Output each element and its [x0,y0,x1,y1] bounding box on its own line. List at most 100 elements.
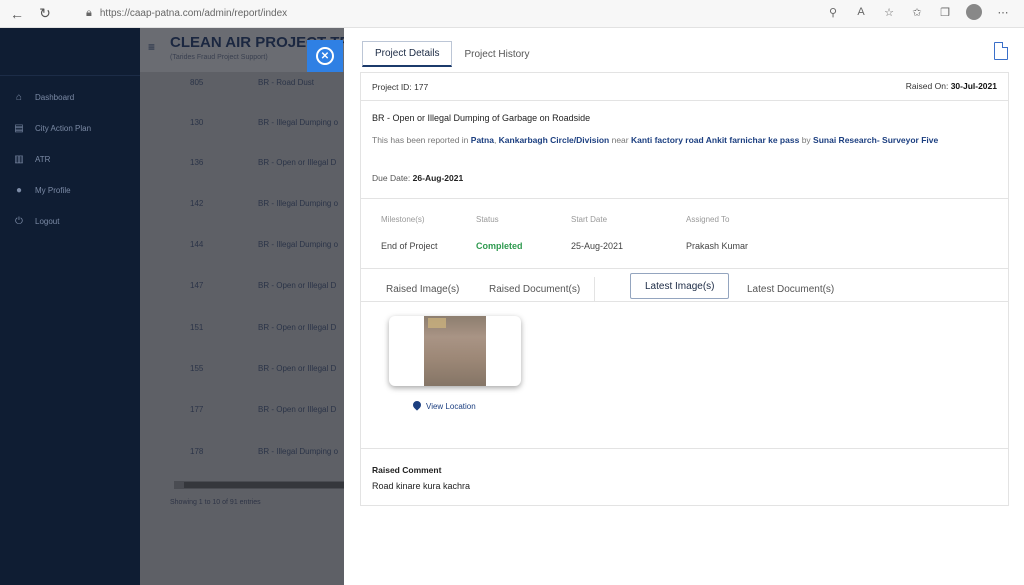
sidebar-item-logout[interactable]: ⏻ Logout [0,206,140,237]
row-category: BR - Open or Illegal D [258,364,337,373]
more-menu-icon[interactable]: ⋯ [996,5,1010,19]
table-row[interactable]: 151 BR - Open or Illegal D [140,309,344,349]
table-row[interactable]: 155 BR - Open or Illegal D [140,350,344,390]
assigned-to-value: Prakash Kumar [686,241,749,251]
tab-latest-images[interactable]: Latest Image(s) [630,273,730,299]
key-icon[interactable]: ⚲ [826,5,840,19]
row-id: 155 [190,364,204,373]
location-link[interactable]: Kanti factory road Ankit farnichar ke pa… [631,135,799,145]
comment-text: Road kinare kura kachra [372,481,471,491]
status-header: Status [476,215,499,224]
back-arrow-icon[interactable]: ← [6,3,28,25]
table-row[interactable]: 136 BR - Open or Illegal D [140,144,344,184]
profile-avatar[interactable] [966,4,982,20]
main-content-overlay: ≡ CLEAN AIR PROJECT TR (Tarides Fraud Pr… [140,28,344,585]
sidebar-item-atr[interactable]: ▥ ATR [0,144,140,175]
row-category: BR - Illegal Dumping o [258,240,339,249]
city-link[interactable]: Patna [471,135,494,145]
row-id: 142 [190,199,204,208]
tab-raised-documents[interactable]: Raised Document(s) [475,277,596,301]
page-subtitle: (Tarides Fraud Project Support) [170,54,268,61]
refresh-icon[interactable]: ↻ [34,3,56,25]
tab-raised-images[interactable]: Raised Image(s) [372,277,473,301]
milestone-header: Milestone(s) [381,215,425,224]
project-card: Project ID: 177 Raised On: 30-Jul-2021 B… [360,72,1009,506]
project-id: Project ID: 177 [372,82,429,92]
bar-chart-icon: ▥ [14,154,24,165]
row-category: BR - Open or Illegal D [258,158,337,167]
tab-project-details[interactable]: Project Details [362,41,453,67]
row-id: 136 [190,158,204,167]
sidebar-item-label: ATR [35,155,51,164]
pdf-download-icon[interactable] [994,42,1008,60]
home-icon: ⌂ [15,92,23,103]
table-row[interactable]: 177 BR - Open or Illegal D [140,391,344,431]
report-description: This has been reported in Patna, Kankarb… [372,135,939,145]
read-aloud-icon[interactable]: A [854,5,868,19]
garbage-photo [424,316,486,386]
status-badge: Completed [476,241,523,251]
project-header-row: Project ID: 177 Raised On: 30-Jul-2021 [361,73,1008,101]
sidebar-item-dashboard[interactable]: ⌂ Dashboard [0,82,140,113]
start-date-value: 25-Aug-2021 [571,241,624,251]
scrollbar-thumb[interactable] [184,482,344,488]
user-icon: ● [15,185,23,196]
reporter-link[interactable]: Sunai Research- Surveyor Five [813,135,938,145]
milestone-value: End of Project [381,241,438,251]
sidebar-item-my-profile[interactable]: ● My Profile [0,175,140,206]
address-bar[interactable]: https://caap-patna.com/admin/report/inde… [100,8,287,19]
favorites-icon[interactable]: ✩ [910,5,924,19]
row-id: 178 [190,447,204,456]
row-id: 130 [190,118,204,127]
close-icon: ✕ [316,47,334,65]
latest-image-thumbnail[interactable] [389,316,521,386]
view-location-link[interactable]: View Location [413,401,476,412]
table-row[interactable]: 130 BR - Illegal Dumping o [140,104,344,144]
comment-label: Raised Comment [372,465,442,475]
row-id: 144 [190,240,204,249]
milestone-section: Milestone(s) Status Start Date Assigned … [361,198,1008,268]
close-panel-button[interactable]: ✕ [307,40,343,72]
table-row[interactable]: 147 BR - Open or Illegal D [140,267,344,307]
collections-icon[interactable]: ❐ [938,5,952,19]
sidebar-item-label: My Profile [35,186,71,195]
row-category: BR - Open or Illegal D [258,281,337,290]
hamburger-icon[interactable]: ≡ [148,40,155,54]
table-row[interactable]: 178 BR - Illegal Dumping o [140,433,344,473]
assigned-to-header: Assigned To [686,215,730,224]
raised-on: Raised On: 30-Jul-2021 [905,81,997,91]
row-category: BR - Illegal Dumping o [258,447,339,456]
row-category: BR - Road Dust [258,78,315,87]
document-icon: ▤ [14,123,24,134]
row-id: 805 [190,78,204,87]
row-id: 177 [190,405,204,414]
table-row[interactable]: 144 BR - Illegal Dumping o [140,226,344,266]
tab-latest-documents[interactable]: Latest Document(s) [733,277,848,301]
sidebar-item-label: Dashboard [35,93,75,102]
sidebar-item-label: Logout [35,217,60,226]
project-detail-panel: Project Details Project History Project … [344,28,1024,585]
row-id: 151 [190,323,204,332]
sidebar-item-label: City Action Plan [35,124,92,133]
panel-tabs: Project Details Project History [362,41,541,67]
browser-toolbar: ← ↻ 🔒︎ https://caap-patna.com/admin/repo… [0,0,1024,28]
sidebar: ⌂ Dashboard ▤ City Action Plan ▥ ATR ● M… [0,28,140,585]
row-category: BR - Open or Illegal D [258,323,337,332]
project-title: BR - Open or Illegal Dumping of Garbage … [372,113,591,123]
sidebar-logo-area [0,28,140,76]
row-category: BR - Illegal Dumping o [258,118,339,127]
map-pin-icon [413,401,421,412]
tab-project-history[interactable]: Project History [452,41,541,67]
sidebar-item-city-action-plan[interactable]: ▤ City Action Plan [0,113,140,144]
due-date: Due Date: 26-Aug-2021 [372,173,464,183]
row-category: BR - Open or Illegal D [258,405,337,414]
comment-section: Raised Comment Road kinare kura kachra [361,448,1008,506]
lock-icon[interactable]: 🔒︎ [86,7,92,20]
table-info: Showing 1 to 10 of 91 entries [170,499,261,506]
power-icon: ⏻ [15,216,23,227]
start-date-header: Start Date [571,215,608,224]
media-tabs: Raised Image(s) Raised Document(s) Lates… [361,268,1008,302]
table-row[interactable]: 142 BR - Illegal Dumping o [140,185,344,225]
division-link[interactable]: Kankarbagh Circle/Division [499,135,610,145]
favorite-add-icon[interactable]: ☆ [882,5,896,19]
